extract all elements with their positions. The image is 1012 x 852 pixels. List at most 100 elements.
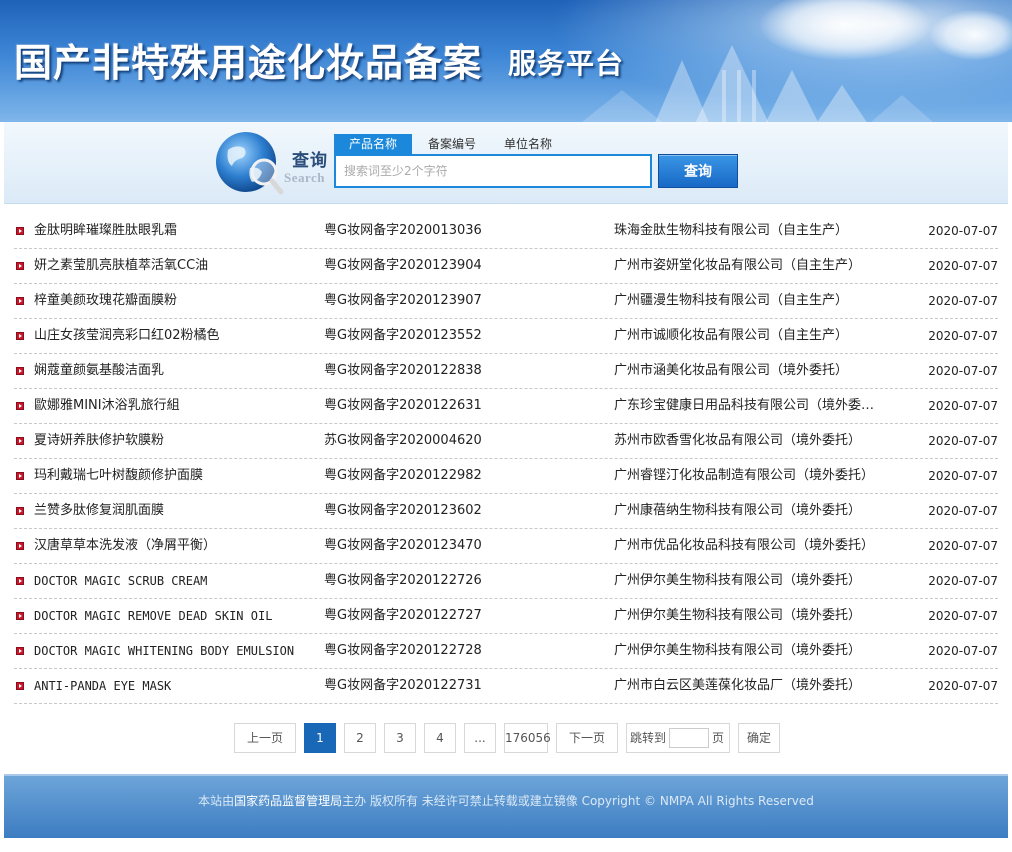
product-name-link[interactable]: 娴蔻童颜氨基酸洁面乳 (34, 354, 324, 388)
footer-org-link[interactable]: 国家药品监督管理局 (234, 794, 342, 808)
record-number: 粤G妆网备字2020122731 (324, 678, 482, 693)
globe-magnifier-icon (216, 132, 284, 195)
record-date: 2020-07-07 (928, 259, 998, 273)
record-date: 2020-07-07 (928, 574, 998, 588)
jump-label: 跳转到 (630, 731, 667, 745)
record-date: 2020-07-07 (928, 469, 998, 483)
search-label-en: Search (284, 170, 326, 185)
table-row: 山庄女孩莹润亮彩口红02粉橘色 粤G妆网备字2020123552 广州市诚顺化妆品有… (14, 319, 998, 354)
product-name-link[interactable]: 山庄女孩莹润亮彩口红02粉橘色 (34, 319, 324, 353)
record-number: 粤G妆网备字2020122838 (324, 363, 482, 378)
table-row: 歐娜雅MINI沐浴乳旅行組 粤G妆网备字2020122631 广东珍宝健康日用品科技… (14, 389, 998, 424)
record-date: 2020-07-07 (928, 609, 998, 623)
pagination: 上一页 1 2 3 4 ... 176056 下一页 跳转到 页 确定 (234, 723, 781, 753)
record-date: 2020-07-07 (928, 224, 998, 238)
table-row: ANTI-PANDA EYE MASK 粤G妆网备字2020122731 广州市白云… (14, 669, 998, 704)
company-name: 苏州市欧香雪化妆品有限公司（境外委托） (614, 433, 862, 448)
product-name-link[interactable]: 玛利戴瑞七叶树馥颜修护面膜 (34, 459, 324, 493)
table-row: 玛利戴瑞七叶树馥颜修护面膜 粤G妆网备字2020122982 广州睿铿汀化妆品制造有… (14, 459, 998, 494)
bullet-icon (16, 577, 24, 585)
tab-record-number[interactable]: 备案编号 (416, 134, 488, 154)
site-subtitle: 服务平台 (508, 47, 625, 80)
site-title: 国产非特殊用途化妆品备案 (14, 40, 483, 85)
bullet-icon (16, 542, 24, 550)
bullet-icon (16, 367, 24, 375)
page-jump: 跳转到 页 (626, 723, 731, 753)
search-button[interactable]: 查询 (658, 154, 738, 188)
record-date: 2020-07-07 (928, 644, 998, 658)
record-number: 粤G妆网备字2020123470 (324, 538, 482, 553)
company-name: 广东珍宝健康日用品科技有限公司（境外委托） (614, 398, 882, 413)
bullet-icon (16, 297, 24, 305)
bullet-icon (16, 402, 24, 410)
product-name-link[interactable]: DOCTOR MAGIC WHITENING BODY EMULSION (34, 634, 324, 668)
table-row: DOCTOR MAGIC REMOVE DEAD SKIN OIL 粤G妆网备字2… (14, 599, 998, 634)
company-name: 广州疆漫生物科技有限公司（自主生产） (614, 293, 849, 308)
record-date: 2020-07-07 (928, 364, 998, 378)
bullet-icon (16, 507, 24, 515)
company-name: 广州市姿妍堂化妆品有限公司（自主生产） (614, 258, 862, 273)
bullet-icon (16, 262, 24, 270)
company-name: 珠海金肽生物科技有限公司（自主生产） (614, 223, 849, 238)
results-list: 金肽明眸璀璨胜肽眼乳霜 粤G妆网备字2020013036 珠海金肽生物科技有限公司（… (14, 214, 998, 704)
record-number: 粤G妆网备字2020122728 (324, 643, 482, 658)
tab-company-name[interactable]: 单位名称 (492, 134, 564, 154)
table-row: 金肽明眸璀璨胜肽眼乳霜 粤G妆网备字2020013036 珠海金肽生物科技有限公司（… (14, 214, 998, 249)
search-label-cn: 查询 (292, 151, 328, 171)
last-page-button[interactable]: 176056 (504, 723, 551, 753)
next-page-button[interactable]: 下一页 (556, 723, 618, 753)
company-name: 广州市涵美化妆品有限公司（境外委托） (614, 363, 849, 378)
company-name: 广州市优品化妆品科技有限公司（境外委托） (614, 538, 875, 553)
record-date: 2020-07-07 (928, 329, 998, 343)
table-row: 娴蔻童颜氨基酸洁面乳 粤G妆网备字2020122838 广州市涵美化妆品有限公司（境… (14, 354, 998, 389)
company-name: 广州伊尔美生物科技有限公司（境外委托） (614, 573, 862, 588)
product-name-link[interactable]: 梓童美颜玫瑰花瓣面膜粉 (34, 284, 324, 318)
product-name-link[interactable]: DOCTOR MAGIC REMOVE DEAD SKIN OIL (34, 599, 324, 633)
footer: 本站由国家药品监督管理局主办 版权所有 未经许可禁止转载或建立镜像 Copyri… (4, 774, 1008, 838)
bullet-icon (16, 227, 24, 235)
record-date: 2020-07-07 (928, 434, 998, 448)
product-name-link[interactable]: 夏诗妍养肤修护软膜粉 (34, 424, 324, 458)
product-name-link[interactable]: 兰赞多肽修复润肌面膜 (34, 494, 324, 528)
page-button-4[interactable]: 4 (424, 723, 456, 753)
table-row: DOCTOR MAGIC SCRUB CREAM 粤G妆网备字2020122726… (14, 564, 998, 599)
search-input[interactable] (334, 154, 652, 188)
product-name-link[interactable]: 金肽明眸璀璨胜肽眼乳霜 (34, 214, 324, 248)
bullet-icon (16, 682, 24, 690)
footer-copyright: 主办 版权所有 未经许可禁止转载或建立镜像 Copyright © NMPA A… (342, 794, 814, 808)
table-row: 梓童美颜玫瑰花瓣面膜粉 粤G妆网备字2020123907 广州疆漫生物科技有限公司（… (14, 284, 998, 319)
search-type-tabs: 产品名称 备案编号 单位名称 (334, 134, 568, 154)
search-panel: 查询 Search 产品名称 备案编号 单位名称 查询 (4, 122, 1008, 204)
product-name-link[interactable]: 歐娜雅MINI沐浴乳旅行組 (34, 389, 324, 423)
record-number: 粤G妆网备字2020122726 (324, 573, 482, 588)
record-number: 粤G妆网备字2020122982 (324, 468, 482, 483)
header-banner: 国产非特殊用途化妆品备案 服务平台 (0, 0, 1012, 122)
bullet-icon (16, 437, 24, 445)
table-row: 汉唐草草本洗发液（净屑平衡） 粤G妆网备字2020123470 广州市优品化妆品科技… (14, 529, 998, 564)
bullet-icon (16, 612, 24, 620)
bullet-icon (16, 472, 24, 480)
page-button-3[interactable]: 3 (384, 723, 416, 753)
page-button-1[interactable]: 1 (304, 723, 336, 753)
jump-confirm-button[interactable]: 确定 (738, 723, 781, 753)
record-number: 粤G妆网备字2020123602 (324, 503, 482, 518)
company-name: 广州伊尔美生物科技有限公司（境外委托） (614, 608, 862, 623)
record-number: 粤G妆网备字2020122631 (324, 398, 482, 413)
record-number: 粤G妆网备字2020123904 (324, 258, 482, 273)
product-name-link[interactable]: DOCTOR MAGIC SCRUB CREAM (34, 564, 324, 598)
page-suffix: 页 (712, 731, 725, 745)
bullet-icon (16, 647, 24, 655)
record-date: 2020-07-07 (928, 504, 998, 518)
tab-product-name[interactable]: 产品名称 (334, 134, 412, 154)
record-number: 粤G妆网备字2020123907 (324, 293, 482, 308)
product-name-link[interactable]: 汉唐草草本洗发液（净屑平衡） (34, 529, 324, 563)
product-name-link[interactable]: ANTI-PANDA EYE MASK (34, 669, 324, 703)
company-name: 广州康蓓纳生物科技有限公司（境外委托） (614, 503, 862, 518)
page-button-2[interactable]: 2 (344, 723, 376, 753)
record-date: 2020-07-07 (928, 399, 998, 413)
company-name: 广州市诚顺化妆品有限公司（自主生产） (614, 328, 849, 343)
prev-page-button[interactable]: 上一页 (234, 723, 296, 753)
product-name-link[interactable]: 妍之素莹肌亮肤植萃活氧CC油 (34, 249, 324, 283)
jump-page-input[interactable] (669, 728, 710, 748)
record-number: 苏G妆网备字2020004620 (324, 433, 482, 448)
